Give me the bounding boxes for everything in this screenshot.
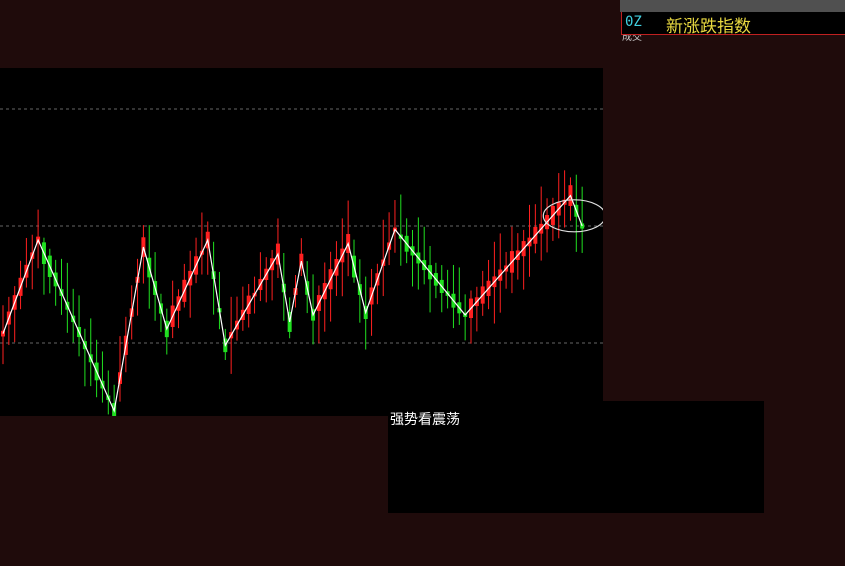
indicator-chart-panel[interactable]: [0, 68, 603, 416]
indicator-chart: [0, 108, 603, 416]
annotation-box: 强势看震荡: [388, 401, 764, 513]
indicator-code: 0Z: [625, 14, 642, 30]
indicator-sub-label: 成交: [622, 35, 642, 41]
indicator-title-bar: 0Z 新涨跌指数: [621, 12, 845, 37]
title-strip: [620, 0, 845, 12]
indicator-name: 新涨跌指数: [666, 17, 751, 37]
zigzag-line: [2, 194, 583, 413]
annotation-text: 强势看震荡: [390, 412, 460, 428]
